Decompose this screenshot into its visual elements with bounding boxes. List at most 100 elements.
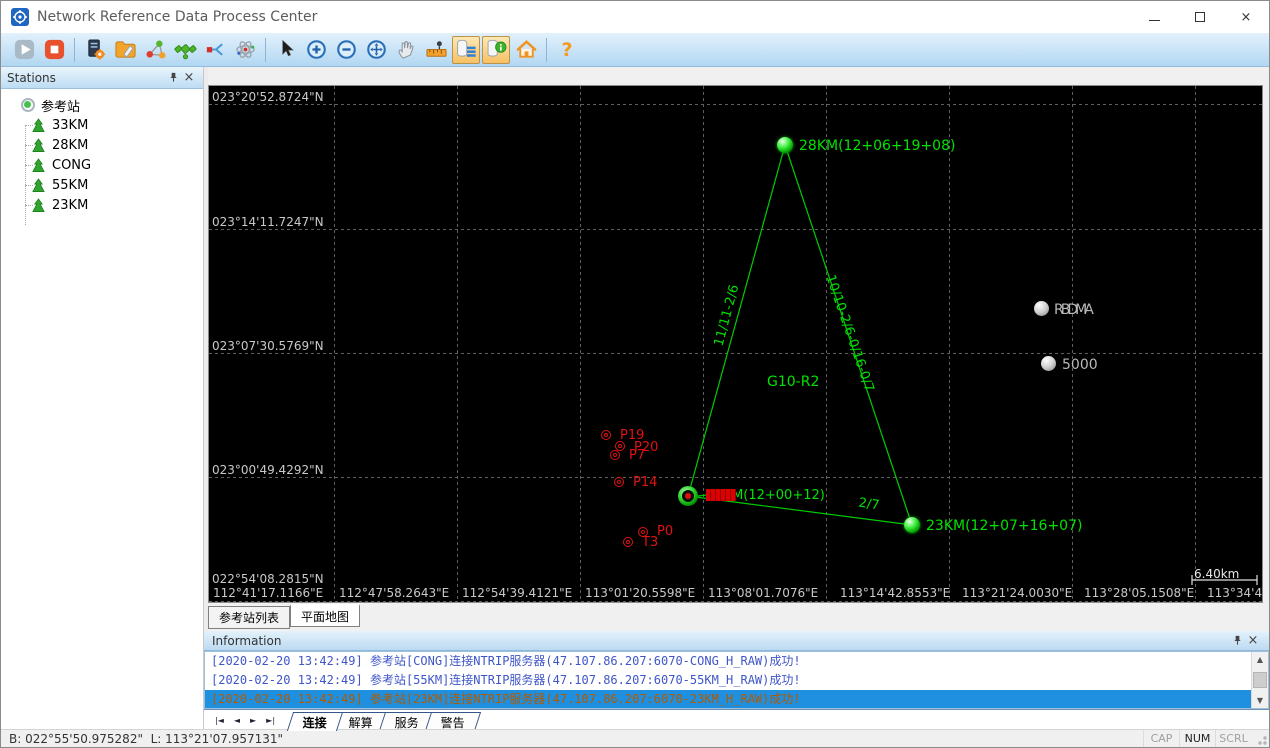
point-marker-p14[interactable] xyxy=(614,477,624,487)
information-title: Information xyxy=(212,633,282,648)
lon-label: 113°01'20.5598"E xyxy=(585,586,696,600)
station-marker-55km[interactable] xyxy=(678,486,698,506)
app-icon xyxy=(11,8,29,26)
pan-hand-icon xyxy=(397,40,413,59)
point-label-p0: P0 xyxy=(657,524,674,539)
zoom-fit-button[interactable] xyxy=(362,36,390,64)
caps-lock-indicator: CAP xyxy=(1143,730,1179,747)
tree-branch-line xyxy=(25,125,33,126)
title-bar[interactable]: Network Reference Data Process Center × xyxy=(1,1,1269,33)
lat-label: 023°20'52.8724"N xyxy=(212,90,324,104)
close-button[interactable]: × xyxy=(1223,1,1269,33)
window-title: Network Reference Data Process Center xyxy=(37,9,318,25)
select-cursor-button[interactable] xyxy=(272,36,300,64)
minimize-button[interactable] xyxy=(1131,1,1177,33)
log-row[interactable]: [2020-02-20 13:42:49] 参考站[55KM]连接NTRIP服务… xyxy=(205,671,1268,690)
satellite-icon xyxy=(173,44,197,60)
network-solution-icon xyxy=(145,40,165,59)
run-icon xyxy=(14,39,34,60)
pin-icon[interactable] xyxy=(165,70,181,86)
measure-distance-button[interactable] xyxy=(422,36,450,64)
main-content: Stations × 参考站 33KM 28KM CONG 55KM 23KM … xyxy=(1,67,1269,731)
pan-hand-button[interactable] xyxy=(392,36,420,64)
zoom-out-button[interactable] xyxy=(332,36,360,64)
station-list-button[interactable] xyxy=(452,35,480,64)
tab-connect[interactable]: 连接 xyxy=(286,712,344,731)
scrollbar-thumb[interactable] xyxy=(1253,672,1267,688)
view-tab-bar: 参考站列表 平面地图 xyxy=(208,603,1263,631)
lon-label: 112°41'17.1166"E xyxy=(213,586,324,600)
tree-root-label: 参考站 xyxy=(41,99,81,115)
help-button[interactable]: ? xyxy=(553,36,581,64)
zoom-in-icon xyxy=(306,40,326,59)
stations-panel: Stations × 参考站 33KM 28KM CONG 55KM 23KM xyxy=(1,67,204,731)
satellite-button[interactable] xyxy=(171,36,199,64)
pin-icon[interactable] xyxy=(1229,633,1245,649)
log-list: [2020-02-20 13:42:49] 参考站[CONG]连接NTRIP服务… xyxy=(204,651,1269,709)
information-header: Information × xyxy=(204,631,1269,651)
station-tree-icon xyxy=(32,157,45,172)
maximize-button[interactable] xyxy=(1177,1,1223,33)
station-marker-23km[interactable] xyxy=(904,517,920,533)
stations-tree: 参考站 33KM 28KM CONG 55KM 23KM xyxy=(1,89,203,225)
scroll-up-icon[interactable]: ▲ xyxy=(1252,652,1268,667)
log-row-selected[interactable]: [2020-02-20 13:42:49] 参考站[23KM]连接NTRIP服务… xyxy=(205,690,1268,708)
home-icon xyxy=(516,40,536,58)
tree-item-label: CONG xyxy=(52,157,92,173)
help-icon: ? xyxy=(561,38,573,61)
tab-label: 参考站列表 xyxy=(219,611,280,625)
prev-tab-icon[interactable]: ◄ xyxy=(229,716,245,725)
lat-label: 023°14'11.7247"N xyxy=(212,215,324,229)
atom-settings-icon xyxy=(235,41,255,58)
baseline-branch-icon xyxy=(206,43,223,56)
scroll-down-icon[interactable]: ▼ xyxy=(1252,693,1268,708)
zoom-in-button[interactable] xyxy=(302,36,330,64)
tree-root-reference-stations[interactable]: 参考站 xyxy=(1,95,203,115)
close-icon[interactable]: × xyxy=(181,70,197,86)
home-button[interactable] xyxy=(512,36,540,64)
tree-item-23km[interactable]: 23KM xyxy=(1,195,203,215)
tab-plane-map[interactable]: 平面地图 xyxy=(290,604,361,627)
lat-label: 022°54'08.2815"N xyxy=(212,572,324,586)
station-marker-28km[interactable] xyxy=(777,137,793,153)
station-label-23km: 23KM(12+07+16+07) xyxy=(926,518,1083,534)
station-info-button[interactable] xyxy=(482,35,510,64)
point-marker-t3[interactable] xyxy=(623,537,633,547)
tree-item-33km[interactable]: 33KM xyxy=(1,115,203,135)
log-row[interactable]: [2020-02-20 13:42:49] 参考站[CONG]连接NTRIP服务… xyxy=(205,652,1268,671)
next-tab-icon[interactable]: ► xyxy=(245,716,261,725)
project-folder-button[interactable] xyxy=(111,36,139,64)
tree-item-cong[interactable]: CONG xyxy=(1,155,203,175)
stations-panel-title: Stations xyxy=(7,70,56,85)
tree-item-55km[interactable]: 55KM xyxy=(1,175,203,195)
server-config-button[interactable] xyxy=(81,36,109,64)
tree-item-label: 33KM xyxy=(52,117,89,133)
tree-branch-line xyxy=(25,205,33,206)
baseline-branch-button[interactable] xyxy=(201,36,229,64)
atom-settings-button[interactable] xyxy=(231,36,259,64)
plane-map-view[interactable]: 023°20'52.8724"N 023°14'11.7247"N 023°07… xyxy=(208,85,1263,603)
run-button[interactable] xyxy=(10,36,38,64)
project-folder-icon xyxy=(114,41,136,58)
point-marker-p19[interactable] xyxy=(601,430,611,440)
gray-point-marker-1[interactable] xyxy=(1034,301,1049,316)
point-marker-p7[interactable] xyxy=(610,450,620,460)
lat-label: 023°00'49.4292"N xyxy=(212,463,324,477)
tree-item-28km[interactable]: 28KM xyxy=(1,135,203,155)
lon-label: 112°47'58.2643"E xyxy=(339,586,450,600)
network-solution-button[interactable] xyxy=(141,36,169,64)
tab-label: 服务 xyxy=(394,715,419,730)
tab-label: 连接 xyxy=(302,715,327,730)
first-tab-icon[interactable]: |◄ xyxy=(210,716,229,725)
last-tab-icon[interactable]: ►| xyxy=(261,716,280,725)
map-annotation-g10-r2: G10-R2 xyxy=(767,374,820,390)
tab-station-list[interactable]: 参考站列表 xyxy=(208,606,291,629)
tab-nav-buttons: |◄ ◄ ► ►| xyxy=(210,710,280,731)
log-scrollbar[interactable]: ▲ ▼ xyxy=(1251,652,1268,708)
measure-distance-icon xyxy=(425,41,447,57)
stop-button[interactable] xyxy=(40,36,68,64)
close-icon[interactable]: × xyxy=(1245,633,1261,649)
information-panel: Information × [2020-02-20 13:42:49] 参考站[… xyxy=(204,631,1269,731)
gray-point-marker-2[interactable] xyxy=(1041,356,1056,371)
resize-grip[interactable] xyxy=(1257,735,1267,745)
